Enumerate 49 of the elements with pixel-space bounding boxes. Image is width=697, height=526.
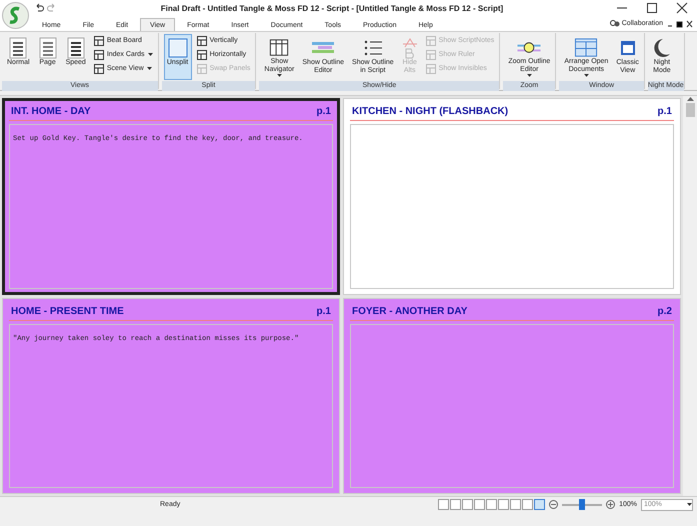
view-mode-button[interactable] <box>450 499 462 510</box>
lines-icon <box>8 37 28 59</box>
page-number: p.1 <box>316 306 331 316</box>
maximize-icon[interactable] <box>646 2 658 14</box>
pane-icon <box>166 37 189 59</box>
layout-icon <box>196 64 207 74</box>
grid-icon <box>268 37 290 58</box>
view-mode-button[interactable] <box>462 499 474 510</box>
view-mode-button[interactable] <box>486 499 498 510</box>
alternates-icon <box>402 37 418 59</box>
zoom-in-icon[interactable] <box>606 500 616 509</box>
index-card[interactable]: FOYER - ANOTHER DAY p.2 <box>343 298 681 494</box>
scene-heading: FOYER - ANOTHER DAY <box>352 306 468 316</box>
caret-icon <box>687 503 692 506</box>
scene-heading: INT. HOME - DAY <box>11 106 91 117</box>
page-number: p.1 <box>316 106 331 117</box>
view-mode-button[interactable] <box>534 499 546 510</box>
windows-icon <box>573 37 600 58</box>
window-title: Final Draft - Untitled Tangle & Moss FD 12 - Script - [Untitled Tangle & Moss FD 12 - Script] <box>160 4 504 12</box>
layout-icon <box>94 50 104 60</box>
zoom-slider-thumb[interactable] <box>579 498 586 510</box>
view-mode-button[interactable] <box>510 499 522 510</box>
page-number: p.1 <box>658 106 672 117</box>
view-mode-button[interactable] <box>498 499 510 510</box>
lines-icon <box>38 37 58 59</box>
zoom-out-icon[interactable] <box>549 500 558 509</box>
layout-icon <box>196 50 207 60</box>
scroll-up-icon[interactable] <box>686 96 694 101</box>
moon-icon <box>652 37 671 59</box>
close-icon[interactable] <box>676 2 688 14</box>
layout-icon <box>94 64 104 74</box>
index-card[interactable]: KITCHEN - NIGHT (FLASHBACK) p.1 <box>343 98 681 294</box>
people-icon <box>610 20 620 28</box>
scene-heading: KITCHEN - NIGHT (FLASHBACK) <box>352 106 508 117</box>
view-mode-button[interactable] <box>474 499 486 510</box>
layout-icon <box>94 36 104 46</box>
ribbon-controls-icon[interactable] <box>667 20 693 28</box>
scene-heading: HOME - PRESENT TIME <box>11 306 124 316</box>
view-mode-button[interactable] <box>522 499 534 510</box>
undo-icon[interactable] <box>34 3 44 13</box>
layout-icon <box>426 64 436 74</box>
scrollbar[interactable] <box>683 96 697 496</box>
scrollbar-thumb[interactable] <box>686 103 694 117</box>
layout-icon <box>426 50 436 60</box>
view-mode-button[interactable] <box>438 499 450 510</box>
layout-icon <box>196 36 207 46</box>
lines-icon <box>66 37 86 59</box>
layout-icon <box>426 36 436 46</box>
page-number: p.2 <box>658 306 672 316</box>
